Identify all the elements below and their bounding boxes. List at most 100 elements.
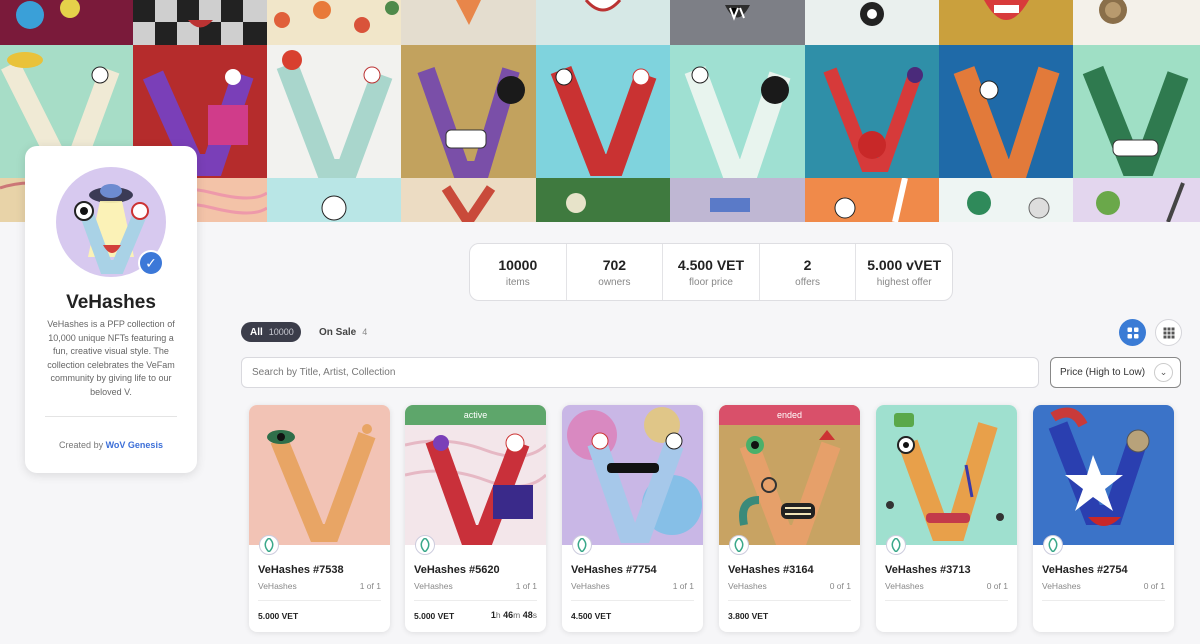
- nft-card[interactable]: VeHashes #7538 VeHashes 1 of 1 5.000 VET: [249, 405, 390, 632]
- nft-edition: 1 of 1: [359, 581, 381, 591]
- stat-value: 2: [803, 257, 812, 273]
- creator-link[interactable]: WoV Genesis: [106, 440, 163, 450]
- sort-selected-value: Price (High to Low): [1060, 367, 1146, 378]
- collection-stats: 10000 items 702 owners 4.500 VET floor pric…: [469, 243, 953, 301]
- timer-seconds-unit: s: [532, 610, 537, 620]
- stat-highest-offer: 5.000 vVET highest offer: [856, 244, 952, 300]
- banner-artwork: [0, 0, 133, 45]
- nft-title: VeHashes #2754: [1042, 564, 1128, 576]
- nft-card[interactable]: VeHashes #3713 VeHashes 0 of 1: [876, 405, 1017, 632]
- timer-seconds: 48: [522, 610, 533, 620]
- divider: [45, 416, 177, 417]
- banner-artwork: [401, 45, 536, 178]
- sort-select[interactable]: Price (High to Low) ⌄: [1050, 357, 1181, 388]
- timer-minutes-unit: m: [513, 610, 521, 620]
- collection-icon: [415, 535, 435, 555]
- stat-label: floor price: [689, 277, 733, 288]
- stat-value: 10000: [498, 257, 538, 273]
- nft-edition: 0 of 1: [1143, 581, 1165, 591]
- stat-value: 5.000 vVET: [867, 257, 942, 273]
- dense-grid-view-button[interactable]: [1155, 319, 1182, 346]
- banner-artwork: [267, 0, 401, 45]
- nft-edition: 0 of 1: [829, 581, 851, 591]
- nft-price: 5.000 VET: [258, 611, 299, 621]
- stat-label: owners: [598, 277, 631, 288]
- nft-card[interactable]: active VeHashes #5620 VeHashes 1 of 1 5.…: [405, 405, 546, 632]
- nft-collection: VeHashes: [414, 581, 453, 591]
- stat-owners: 702 owners: [567, 244, 664, 300]
- divider: [258, 600, 381, 601]
- tab-all-label: All: [250, 327, 263, 338]
- grid-icon: [1127, 327, 1138, 338]
- tab-on-sale-count: 4: [362, 327, 368, 337]
- banner-artwork: [133, 0, 267, 45]
- banner-artwork: [939, 0, 1073, 45]
- divider: [1042, 600, 1165, 601]
- stat-label: offers: [795, 277, 820, 288]
- auction-countdown: 1h 46m 48s: [491, 610, 537, 620]
- nft-collection: VeHashes: [1042, 581, 1081, 591]
- verified-badge-icon: ✓: [138, 250, 164, 276]
- divider: [885, 600, 1008, 601]
- divider: [728, 600, 851, 601]
- banner-artwork: [1073, 178, 1200, 222]
- divider: [414, 600, 537, 601]
- stat-items: 10000 items: [470, 244, 567, 300]
- nft-price: 3.800 VET: [728, 611, 769, 621]
- tab-on-sale[interactable]: On Sale 4: [319, 322, 367, 342]
- stat-floor-price: 4.500 VET floor price: [663, 244, 760, 300]
- banner-artwork: [536, 178, 670, 222]
- banner-artwork: [939, 178, 1073, 222]
- nft-artwork: [719, 405, 860, 545]
- nft-artwork: [562, 405, 703, 545]
- collection-description: VeHashes is a PFP collection of 10,000 u…: [47, 319, 175, 397]
- timer-hours-unit: h: [495, 610, 501, 620]
- status-badge: active: [405, 405, 546, 425]
- nft-title: VeHashes #7538: [258, 564, 344, 576]
- collection-icon: [729, 535, 749, 555]
- nft-title: VeHashes #7754: [571, 564, 657, 576]
- banner-artwork: [805, 178, 939, 222]
- search-input[interactable]: [241, 357, 1039, 388]
- nft-artwork: [1033, 405, 1174, 545]
- tab-all-count: 10000: [268, 327, 294, 337]
- banner-artwork: [401, 178, 536, 222]
- banner-artwork: [670, 45, 805, 178]
- nft-collection: VeHashes: [728, 581, 767, 591]
- grid-view-button[interactable]: [1119, 319, 1146, 346]
- created-by-label: Created by: [59, 440, 104, 450]
- collection-icon: [259, 535, 279, 555]
- nft-collection: VeHashes: [571, 581, 610, 591]
- banner-artwork: [536, 0, 670, 45]
- collection-icon: [572, 535, 592, 555]
- timer-minutes: 46: [503, 610, 514, 620]
- collection-icon: [1043, 535, 1063, 555]
- banner-artwork: [670, 0, 805, 45]
- stat-value: 4.500 VET: [677, 257, 745, 273]
- divider: [571, 600, 694, 601]
- nft-card[interactable]: ended VeHashes #3164 VeHashes 0 of 1 3.8…: [719, 405, 860, 632]
- nft-artwork: [876, 405, 1017, 545]
- banner-artwork: [805, 0, 939, 45]
- chevron-down-icon: ⌄: [1154, 363, 1173, 382]
- nft-collection: VeHashes: [885, 581, 924, 591]
- nft-card[interactable]: VeHashes #7754 VeHashes 1 of 1 4.500 VET: [562, 405, 703, 632]
- banner-artwork: [939, 45, 1073, 178]
- nft-edition: 1 of 1: [515, 581, 537, 591]
- banner-artwork: [670, 178, 805, 222]
- nft-artwork: [249, 405, 390, 545]
- stat-offers: 2 offers: [760, 244, 857, 300]
- banner-artwork: [805, 45, 939, 178]
- nft-title: VeHashes #3713: [885, 564, 971, 576]
- nft-price: 4.500 VET: [571, 611, 612, 621]
- collection-profile-card: ✓ VeHashes VeHashes is a PFP collection …: [25, 146, 197, 473]
- stat-label: items: [505, 277, 530, 288]
- tab-all[interactable]: All 10000: [241, 322, 301, 342]
- nft-card[interactable]: VeHashes #2754 VeHashes 0 of 1: [1033, 405, 1174, 632]
- tab-on-sale-label: On Sale: [319, 327, 357, 338]
- collection-creator: Created by WoV Genesis: [25, 440, 197, 450]
- stat-label: highest offer: [876, 277, 932, 288]
- collection-icon: [886, 535, 906, 555]
- banner-artwork: [401, 0, 536, 45]
- banner-artwork: [267, 178, 401, 222]
